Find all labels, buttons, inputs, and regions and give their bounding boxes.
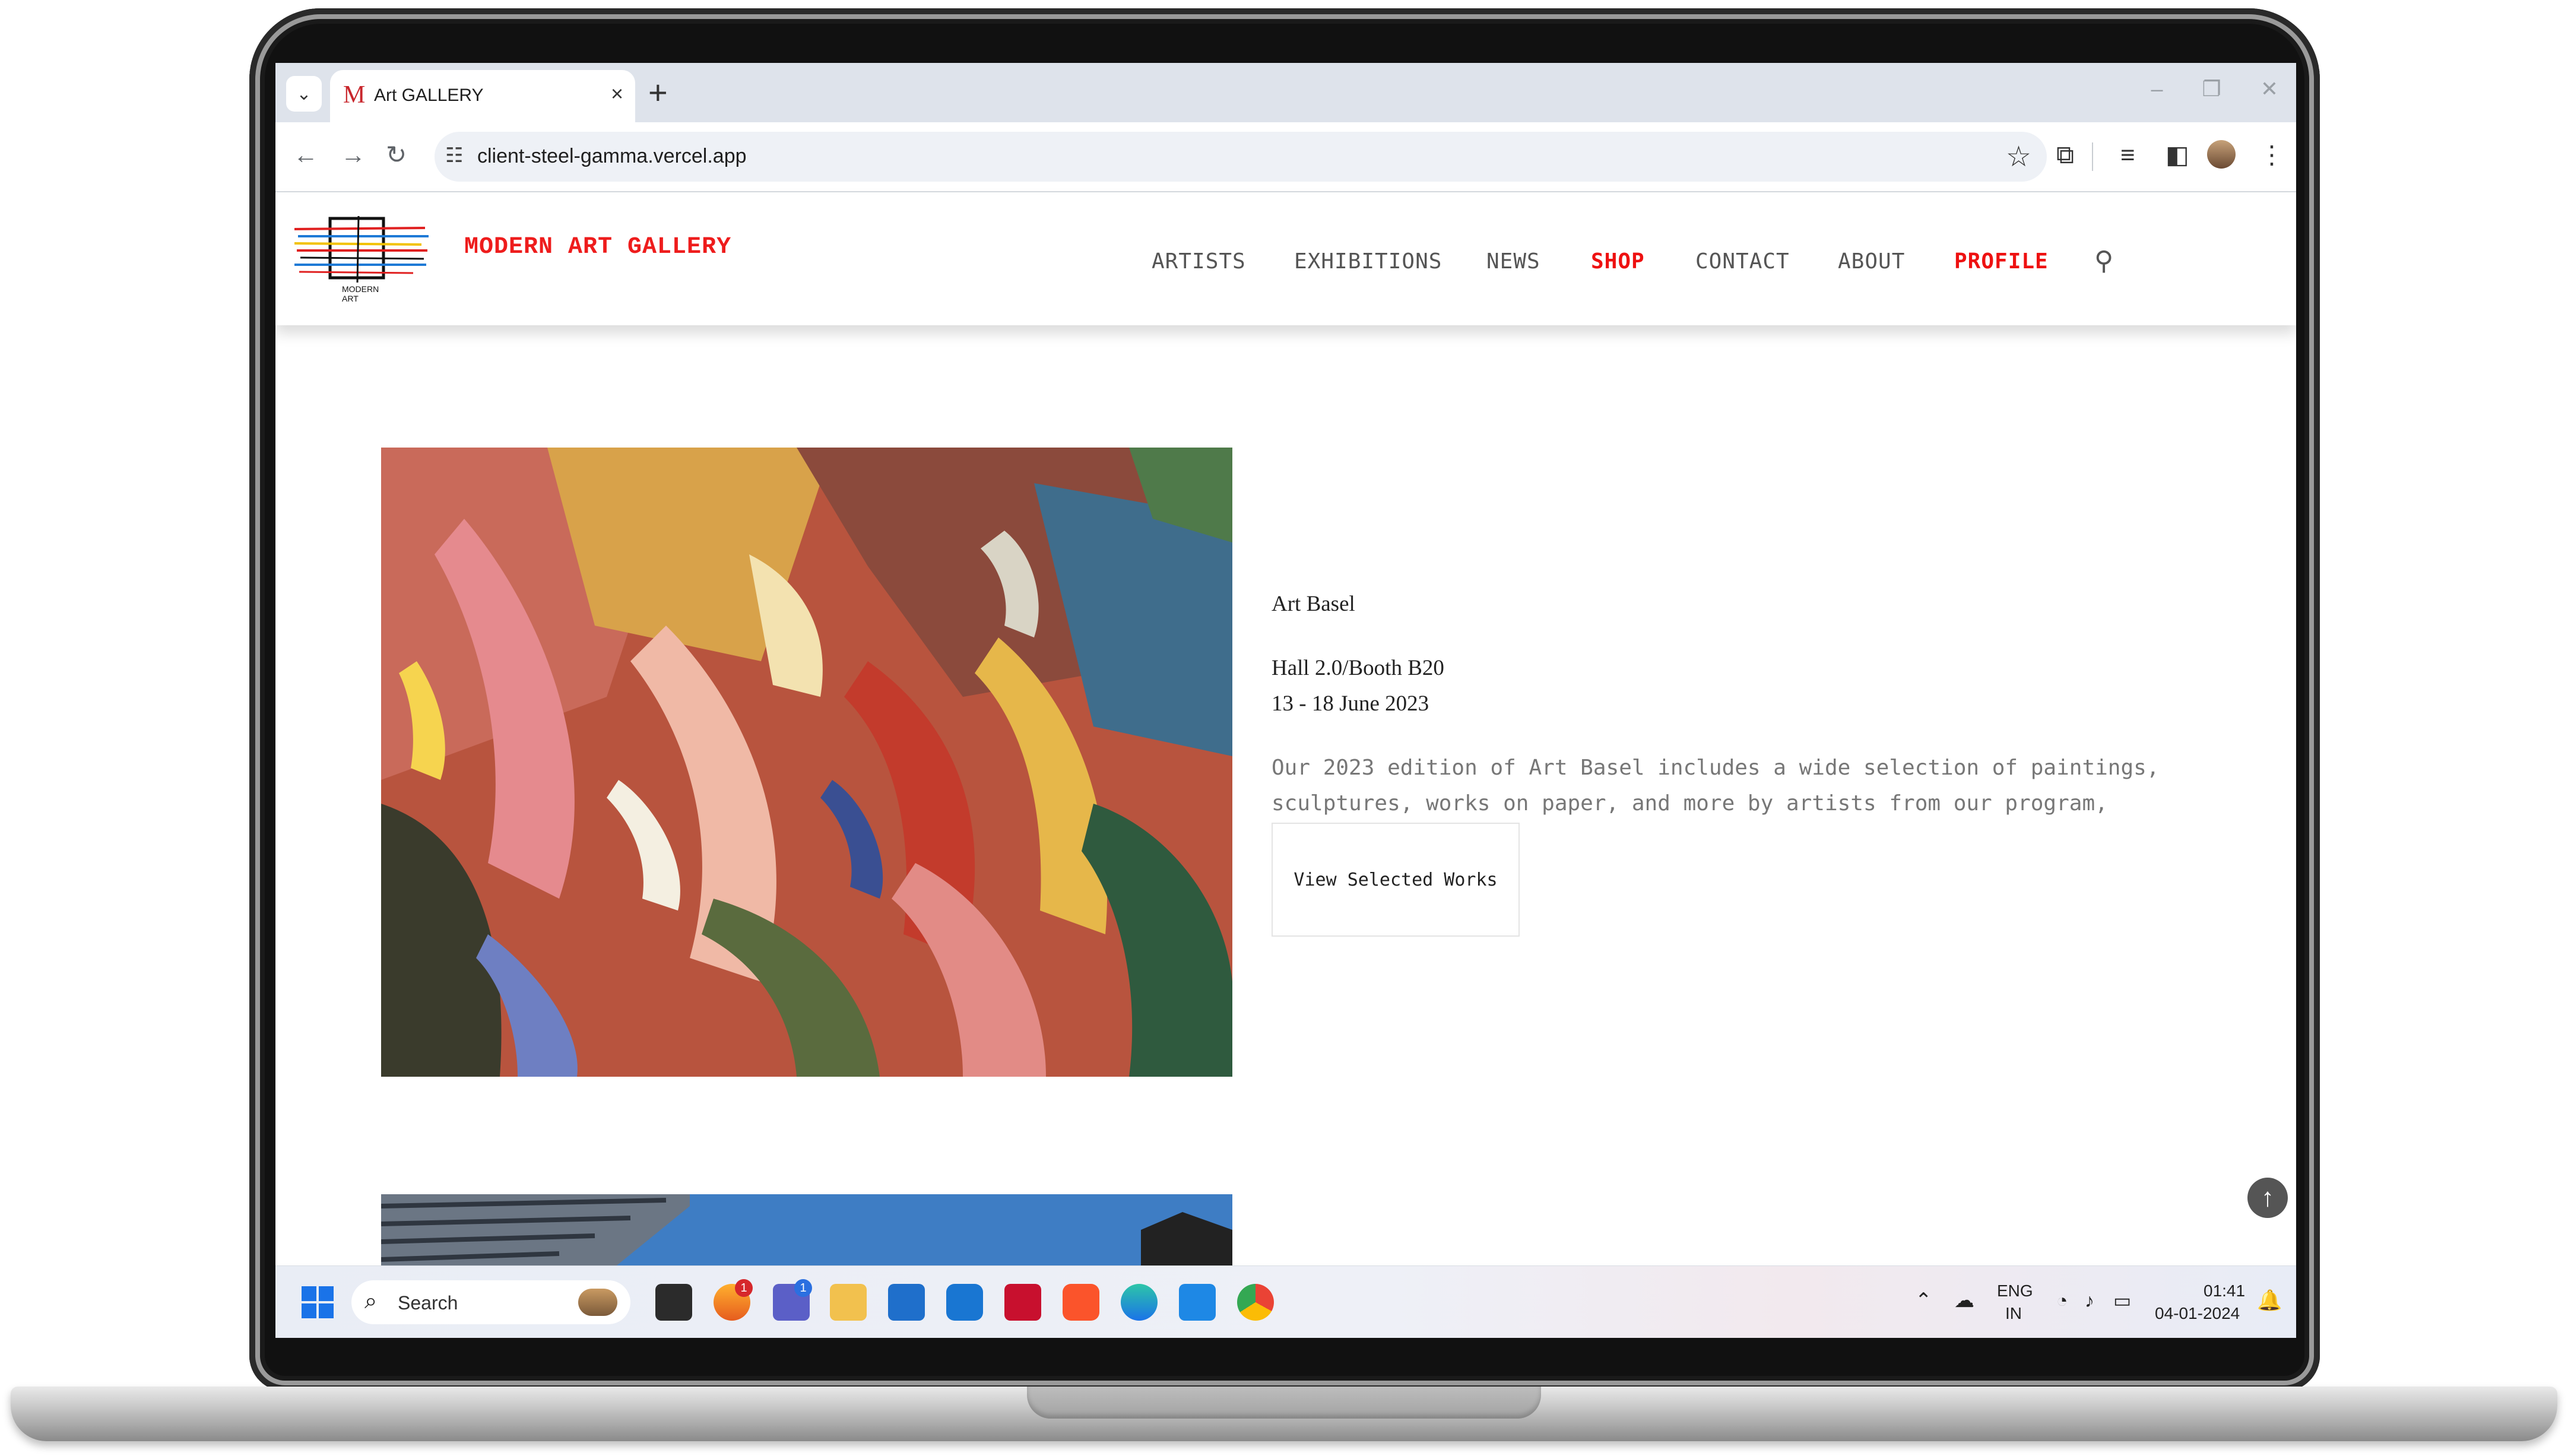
- nav-exhibitions[interactable]: EXHIBITIONS: [1294, 249, 1442, 274]
- firefox-icon[interactable]: 1: [714, 1279, 753, 1321]
- nav-artists[interactable]: ARTISTS: [1152, 249, 1246, 274]
- exhibition-description-line2: sculptures, works on paper, and more by …: [1272, 791, 2108, 816]
- favicon-m-icon: M: [343, 81, 366, 109]
- more-menu-icon[interactable]: ⋮: [2259, 140, 2284, 170]
- notification-bell-icon[interactable]: 🔔: [2257, 1290, 2282, 1311]
- main-nav: ARTISTS EXHIBITIONS NEWS SHOP CONTACT AB…: [275, 246, 2296, 285]
- logo-caption-top: MODERN: [342, 284, 379, 294]
- nav-contact[interactable]: CONTACT: [1695, 249, 1790, 274]
- logo-caption-bottom: ART: [342, 294, 359, 303]
- nav-about[interactable]: ABOUT: [1838, 249, 1905, 274]
- window-close-icon[interactable]: ✕: [2261, 77, 2278, 101]
- search-highlight-image: [578, 1289, 617, 1316]
- restore-icon[interactable]: ❐: [2202, 77, 2221, 101]
- vscode-icon[interactable]: [1179, 1284, 1216, 1321]
- screen: ⌄ M Art GALLERY × + – ❐ ✕ ← → ↻ ☷ client…: [275, 63, 2296, 1338]
- reload-icon[interactable]: ↻: [386, 140, 407, 170]
- taskbar-search-placeholder: Search: [398, 1292, 458, 1314]
- site-settings-icon[interactable]: ☷: [445, 144, 463, 167]
- firefox-badge: 1: [735, 1279, 753, 1297]
- nav-profile[interactable]: PROFILE: [1954, 249, 2049, 274]
- new-tab-plus-icon[interactable]: +: [648, 75, 668, 110]
- chrome-icon[interactable]: [1237, 1284, 1274, 1321]
- laptop-notch: [1027, 1387, 1541, 1419]
- minimize-icon[interactable]: –: [2151, 77, 2163, 101]
- exhibition-description-line1: Our 2023 edition of Art Basel includes a…: [1272, 756, 2160, 780]
- edge-icon[interactable]: [1121, 1284, 1158, 1321]
- view-selected-works-button[interactable]: View Selected Works: [1272, 823, 1520, 937]
- onedrive-icon[interactable]: ☁: [1954, 1290, 1974, 1311]
- reading-list-icon[interactable]: ≡: [2120, 140, 2135, 170]
- scroll-to-top-button[interactable]: ↑: [2247, 1178, 2288, 1218]
- toolbar-divider: [2092, 142, 2093, 171]
- exhibition-dates: 13 - 18 June 2023: [1272, 691, 1429, 716]
- bookmark-star-icon[interactable]: ☆: [2006, 140, 2031, 173]
- browser-toolbar: ← → ↻ ☷ client-steel-gamma.vercel.app ☆ …: [275, 122, 2296, 192]
- volume-icon[interactable]: ♪: [2085, 1290, 2094, 1311]
- chevron-up-icon[interactable]: ⌃: [1915, 1290, 1932, 1311]
- extensions-icon[interactable]: ⧉: [2056, 140, 2074, 170]
- language-top[interactable]: ENG: [1997, 1280, 2033, 1302]
- microsoft-store-icon[interactable]: [888, 1284, 925, 1321]
- battery-icon[interactable]: ▭: [2113, 1290, 2131, 1311]
- exhibition-location: Hall 2.0/Booth B20: [1272, 656, 1444, 680]
- artwork-image: [381, 448, 1232, 1077]
- task-view-icon[interactable]: [655, 1284, 692, 1321]
- outlook-icon[interactable]: [946, 1284, 983, 1321]
- active-tab[interactable]: M Art GALLERY ×: [330, 70, 635, 122]
- tab-strip: ⌄ M Art GALLERY × + – ❐ ✕: [275, 63, 2296, 122]
- tab-search-button[interactable]: ⌄: [286, 76, 322, 112]
- clock-date[interactable]: 04-01-2024: [2155, 1303, 2240, 1324]
- nav-shop[interactable]: SHOP: [1591, 249, 1645, 274]
- site-header: MODERN ART MODERN ART GALLERY ARTISTS EX…: [275, 192, 2296, 325]
- clock-time[interactable]: 01:41: [2204, 1280, 2245, 1302]
- teams-badge: 1: [794, 1279, 812, 1297]
- chevron-down-icon: ⌄: [296, 84, 312, 104]
- search-icon[interactable]: ⚲: [2094, 246, 2113, 276]
- url-text: client-steel-gamma.vercel.app: [477, 145, 747, 167]
- close-icon[interactable]: ×: [611, 82, 623, 106]
- mcafee-icon[interactable]: [1004, 1284, 1041, 1321]
- brave-icon[interactable]: [1063, 1284, 1099, 1321]
- tab-title: Art GALLERY: [374, 85, 484, 105]
- start-windows-icon[interactable]: [302, 1286, 334, 1318]
- nav-news[interactable]: NEWS: [1486, 249, 1540, 274]
- language-bottom[interactable]: IN: [2005, 1303, 2022, 1324]
- taskbar: ⌕ Search 1 1 ⌃ ☁ ENG IN ◔ ♪ ▭ 01:41 04-0…: [275, 1265, 2296, 1338]
- file-explorer-icon[interactable]: [830, 1284, 867, 1321]
- back-arrow-icon[interactable]: ←: [293, 140, 318, 170]
- forward-arrow-icon[interactable]: →: [341, 140, 366, 170]
- search-icon: ⌕: [364, 1289, 378, 1314]
- wifi-icon[interactable]: ◔: [2056, 1290, 2068, 1311]
- teams-icon[interactable]: 1: [773, 1279, 812, 1321]
- side-panel-icon[interactable]: ◧: [2166, 140, 2189, 170]
- address-bar[interactable]: ☷ client-steel-gamma.vercel.app ☆: [435, 132, 2047, 182]
- window-controls: – ❐ ✕: [2151, 77, 2278, 101]
- profile-avatar[interactable]: [2207, 140, 2236, 169]
- exhibition-name: Art Basel: [1272, 592, 1355, 616]
- taskbar-search[interactable]: ⌕ Search: [351, 1280, 630, 1324]
